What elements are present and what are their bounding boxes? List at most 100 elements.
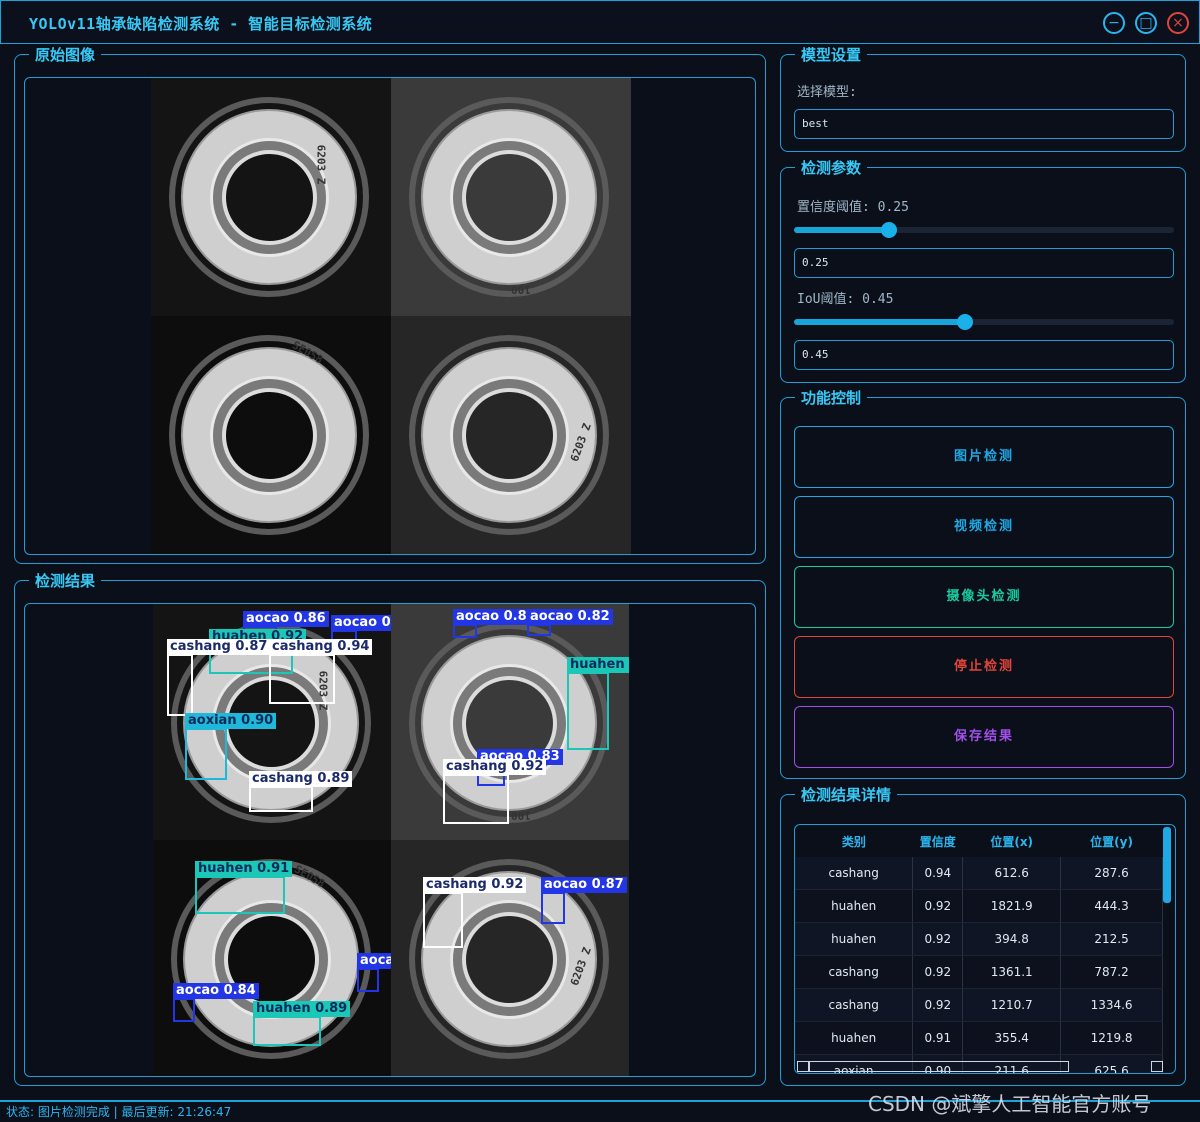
table-cell: 612.6: [962, 857, 1062, 890]
detection-label: cashang 0.89: [249, 771, 353, 787]
detection-box: aoxian 0.90: [185, 713, 277, 780]
iou-threshold-input[interactable]: 0.45: [794, 340, 1174, 370]
image-tile: 6203 Z: [391, 316, 631, 554]
maximize-icon[interactable]: □: [1135, 12, 1157, 34]
result-image-frame: 6203 Zaocao 0.86huahen 0.92aocao 0.85cas…: [24, 603, 756, 1077]
detection-box: cashang 0.89: [249, 771, 353, 812]
detection-box: huahen 0.89: [253, 1001, 351, 1046]
controls-group: 功能控制 图片检测 视频检测 摄像头检测 停止检测 保存结果: [780, 387, 1186, 779]
table-header-cell[interactable]: 类别: [795, 825, 913, 857]
table-row[interactable]: huahen 0.91 355.4 1219.8: [795, 1021, 1163, 1055]
original-image-title: 原始图像: [29, 44, 102, 65]
model-select-label: 选择模型:: [797, 85, 857, 100]
model-select[interactable]: best: [794, 109, 1174, 139]
table-cell: 0.94: [912, 857, 964, 890]
results-detail-title: 检测结果详情: [795, 784, 898, 805]
conf-slider-handle[interactable]: [881, 222, 897, 238]
window-title: YOLOv11轴承缺陷检测系统 - 智能目标检测系统: [29, 15, 373, 33]
iou-slider-handle[interactable]: [957, 314, 973, 330]
table-header-cell[interactable]: 位置(y): [1061, 825, 1163, 857]
bearing-ring: [222, 388, 317, 483]
detection-label: aocao 0.85: [331, 615, 391, 631]
conf-slider-fill: [794, 227, 889, 233]
scroll-right-arrow-icon[interactable]: [1151, 1061, 1163, 1072]
result-image-title: 检测结果: [29, 570, 102, 591]
detection-label: aocao 0.85: [357, 953, 391, 969]
detection-label: cashang 0.87: [167, 639, 271, 655]
detection-box: cashang 0.92: [443, 759, 547, 824]
detection-box: huahen 0.92: [567, 657, 629, 750]
table-row[interactable]: cashang 0.92 1210.7 1334.6: [795, 988, 1163, 1022]
iou-slider[interactable]: [794, 314, 1174, 330]
table-row[interactable]: huahen 0.92 1821.9 444.3: [795, 889, 1163, 923]
detection-label: huahen 0.89: [253, 1001, 351, 1017]
table-body: cashang 0.94 612.6 287.6 huahen 0.92 1821.9 444…: [795, 857, 1163, 1073]
horizontal-scroll-thumb[interactable]: [809, 1061, 1069, 1072]
results-table: 类别 置信度 位置(x) 位置(y) cashang 0.94 612.6 287.6 hua…: [795, 825, 1163, 1073]
detection-box: cashang 0.94: [269, 639, 373, 704]
result-image-group: 检测结果 6203 Zaocao 0.86huahen 0.92aocao 0.…: [14, 570, 766, 1086]
controls-title: 功能控制: [795, 387, 868, 408]
table-cell: cashang: [795, 955, 914, 989]
results-table-frame: 类别 置信度 位置(x) 位置(y) cashang 0.94 612.6 287.6 hua…: [794, 824, 1176, 1074]
bearing-ring: [222, 150, 317, 245]
detection-label: huahen 0.91: [195, 861, 293, 877]
table-row[interactable]: cashang 0.94 612.6 287.6: [795, 857, 1163, 890]
image-tile: 6203 Zcashang 0.92 aocao 0.87: [391, 840, 629, 1076]
table-cell: 212.5: [1060, 922, 1163, 956]
detection-box: cashang 0.87: [167, 639, 271, 716]
bearing-stamp: 6203 Z: [314, 144, 328, 185]
table-row[interactable]: cashang 0.92 1361.1 787.2: [795, 955, 1163, 989]
vertical-scrollbar[interactable]: [1163, 827, 1171, 1060]
conf-slider[interactable]: [794, 222, 1174, 238]
table-cell: 1210.7: [962, 988, 1062, 1022]
video-detect-button[interactable]: 视频检测: [794, 496, 1174, 558]
detect-params-group: 检测参数 置信度阈值: 0.25 0.25 IoU阈值: 0.45 0.45: [780, 157, 1186, 383]
scroll-left-arrow-icon[interactable]: [797, 1061, 809, 1072]
conf-threshold-label: 置信度阈值: 0.25: [797, 200, 909, 215]
detection-label: huahen 0.92: [567, 657, 629, 673]
table-cell: 287.6: [1060, 857, 1163, 890]
save-results-button[interactable]: 保存结果: [794, 706, 1174, 768]
image-tile: 100aocao 0.8aocao 0.82huahen 0.92aocao 0…: [391, 604, 629, 840]
close-icon[interactable]: ×: [1167, 12, 1189, 34]
detection-label: aoxian 0.90: [185, 713, 277, 729]
table-row[interactable]: huahen 0.92 394.8 212.5: [795, 922, 1163, 956]
table-header-cell[interactable]: 置信度: [913, 825, 963, 857]
bearing-stamp: 100: [511, 809, 531, 822]
result-image: 6203 Zaocao 0.86huahen 0.92aocao 0.85cas…: [153, 604, 629, 1076]
table-cell: cashang: [795, 988, 914, 1022]
table-cell: cashang: [795, 857, 914, 890]
table-cell: huahen: [795, 922, 914, 956]
model-settings-title: 模型设置: [795, 44, 868, 65]
table-cell: 394.8: [962, 922, 1062, 956]
table-header-cell[interactable]: 位置(x): [963, 825, 1061, 857]
original-image-group: 原始图像 6203 Z 100 SE058 6203 Z: [14, 44, 766, 564]
detection-label: aocao 0.86: [243, 611, 329, 627]
original-image-frame: 6203 Z 100 SE058 6203 Z: [24, 77, 756, 555]
iou-threshold-label: IoU阈值: 0.45: [797, 292, 894, 307]
image-tile: SE058huahen 0.91aocao 0.85aocao 0.84huah…: [153, 840, 391, 1076]
results-detail-group: 检测结果详情 类别 置信度 位置(x) 位置(y) cashang 0.94 612.6 2…: [780, 784, 1186, 1086]
bearing-ring: [462, 150, 557, 245]
detection-box: huahen 0.91: [195, 861, 293, 914]
stop-detect-button[interactable]: 停止检测: [794, 636, 1174, 698]
image-tile: SE058: [151, 316, 391, 554]
conf-threshold-input[interactable]: 0.25: [794, 248, 1174, 278]
detection-box: aocao 0.87: [541, 877, 627, 924]
table-cell: 444.3: [1060, 889, 1163, 923]
table-cell: 0.91: [912, 1021, 964, 1055]
vertical-scroll-thumb[interactable]: [1163, 827, 1171, 903]
detection-label: aocao 0.82: [527, 609, 613, 625]
table-cell: huahen: [795, 889, 914, 923]
image-detect-button[interactable]: 图片检测: [794, 426, 1174, 488]
horizontal-scrollbar[interactable]: [797, 1061, 1163, 1072]
camera-detect-button[interactable]: 摄像头检测: [794, 566, 1174, 628]
minimize-icon[interactable]: −: [1103, 12, 1125, 34]
detection-box: aocao 0.85: [357, 953, 391, 992]
detection-box: aocao 0.84: [173, 983, 259, 1022]
table-cell: 0.92: [912, 922, 964, 956]
detection-label: cashang 0.92: [423, 877, 527, 893]
original-image: 6203 Z 100 SE058 6203 Z: [151, 78, 631, 554]
detect-params-title: 检测参数: [795, 157, 868, 178]
